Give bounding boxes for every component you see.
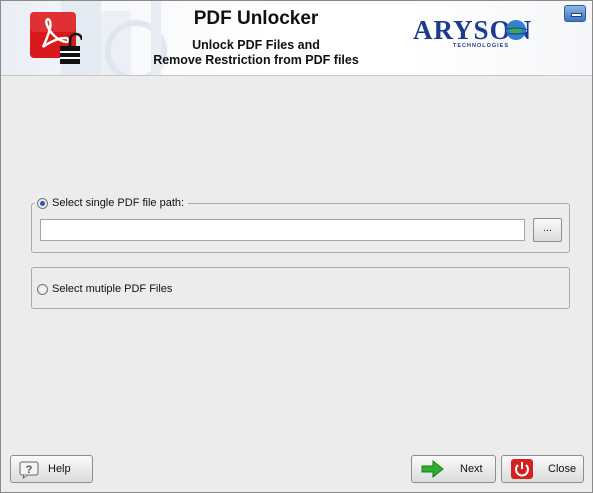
multiple-files-option[interactable]: Select mutiple PDF Files — [35, 283, 177, 295]
app-subtitle: Unlock PDF Files and Remove Restriction … — [131, 38, 381, 68]
multiple-files-radio[interactable] — [37, 283, 48, 295]
app-title: PDF Unlocker — [193, 8, 319, 29]
arrow-right-icon — [421, 459, 444, 479]
app-window: PDF Unlocker Unlock PDF Files and Remove… — [0, 0, 593, 493]
minimize-icon — [571, 13, 582, 17]
single-file-option[interactable]: Select single PDF file path: — [35, 197, 189, 209]
header-banner: PDF Unlocker Unlock PDF Files and Remove… — [1, 1, 592, 76]
subtitle-line-1: Unlock PDF Files and — [192, 38, 320, 52]
next-label: Next — [460, 463, 483, 475]
browse-button[interactable]: ... — [533, 218, 562, 242]
help-button[interactable]: ? Help — [10, 455, 93, 483]
multiple-files-label: Select mutiple PDF Files — [52, 283, 173, 295]
single-file-radio[interactable] — [37, 197, 48, 209]
brand-tagline: TECHNOLOGIES — [453, 43, 510, 49]
close-label: Close — [548, 463, 577, 475]
single-file-label: Select single PDF file path: — [52, 197, 185, 209]
svg-text:?: ? — [26, 464, 33, 476]
help-icon: ? — [19, 461, 39, 479]
subtitle-line-2: Remove Restriction from PDF files — [153, 53, 359, 67]
aryson-globe-icon — [505, 20, 527, 40]
pdf-path-input[interactable] — [40, 219, 525, 241]
power-icon — [511, 459, 533, 479]
brand-logo: ARYSON TECHNOLOGIES — [413, 15, 553, 51]
pdf-unlock-logo-icon — [30, 12, 82, 64]
close-button[interactable]: Close — [501, 455, 584, 483]
next-button[interactable]: Next — [411, 455, 496, 483]
help-label: Help — [48, 463, 71, 475]
minimize-button[interactable] — [564, 5, 586, 22]
